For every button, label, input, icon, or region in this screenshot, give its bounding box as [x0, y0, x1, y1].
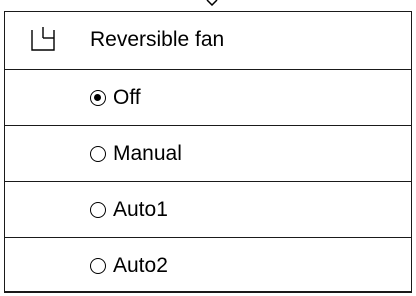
option-label: Off	[113, 85, 141, 109]
caret-down-icon	[206, 0, 218, 6]
option-manual[interactable]: Manual	[5, 125, 411, 181]
option-off[interactable]: Off	[5, 69, 411, 125]
radio-selected-icon[interactable]	[90, 89, 106, 106]
option-label: Auto1	[113, 197, 168, 221]
panel-title: Reversible fan	[90, 28, 225, 51]
fan-indicator-icon	[31, 27, 55, 51]
option-auto1[interactable]: Auto1	[5, 181, 411, 237]
option-label: Manual	[113, 141, 182, 165]
reversible-fan-panel: Reversible fan Off Manual Auto1 Auto2	[4, 11, 412, 293]
radio-unselected-icon[interactable]	[90, 257, 106, 274]
radio-unselected-icon[interactable]	[90, 201, 106, 218]
option-label: Auto2	[113, 253, 168, 277]
option-auto2[interactable]: Auto2	[5, 237, 411, 293]
radio-unselected-icon[interactable]	[90, 145, 106, 162]
panel-header: Reversible fan	[5, 12, 411, 69]
